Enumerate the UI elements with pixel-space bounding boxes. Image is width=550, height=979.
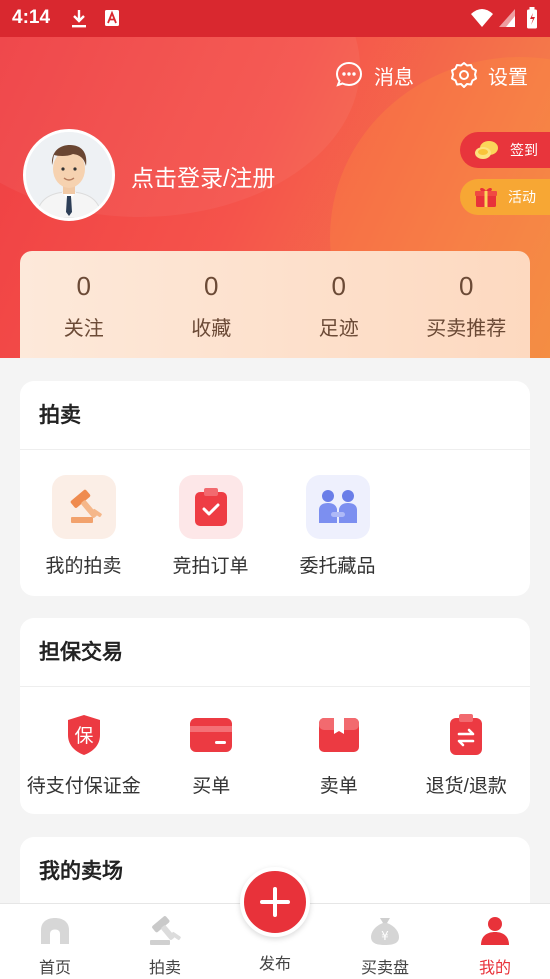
activity-button[interactable]: 活动	[460, 179, 550, 215]
stat-value: 0	[204, 271, 219, 301]
stat-label: 足迹	[318, 318, 359, 340]
escrow-title: 担保交易	[20, 618, 530, 687]
svg-text:¥: ¥	[381, 929, 389, 943]
stat-label: 关注	[63, 318, 104, 340]
clipboard-check-icon	[178, 475, 243, 539]
refund-label: 退货/退款	[425, 776, 507, 797]
card-icon	[179, 712, 243, 758]
signin-label: 签到	[510, 142, 538, 158]
stat-label: 收藏	[191, 318, 232, 340]
auction-card: 拍卖 我的拍卖 竞拍订单 委托藏品	[20, 381, 530, 596]
deposit-pending-button[interactable]: 保 待支付保证金	[20, 712, 148, 798]
stat-favorites[interactable]: 0 收藏	[148, 251, 276, 358]
publish-button[interactable]	[240, 867, 310, 937]
messages-button[interactable]: 消息	[334, 60, 414, 90]
gift-icon	[475, 187, 497, 207]
stat-recommend[interactable]: 0 买卖推荐	[403, 251, 531, 358]
status-bar: 4:14	[0, 0, 550, 37]
box-icon	[307, 712, 371, 758]
nav-auction[interactable]: 拍卖	[110, 904, 220, 979]
my-auction-button[interactable]: 我的拍卖	[20, 475, 147, 578]
user-nav-icon	[481, 917, 509, 945]
shield-icon: 保	[52, 712, 116, 758]
auction-title: 拍卖	[20, 381, 530, 450]
stat-value: 0	[76, 271, 91, 301]
download-icon	[70, 9, 88, 34]
sell-orders-label: 卖单	[319, 776, 358, 797]
stat-value: 0	[459, 271, 474, 301]
login-register-link[interactable]: 点击登录/注册	[131, 159, 275, 193]
settings-label: 设置	[488, 66, 528, 89]
nav-mine-label: 我的	[478, 960, 511, 977]
buy-orders-label: 买单	[192, 776, 231, 797]
status-time: 4:14	[12, 7, 51, 28]
consign-collection-label: 委托藏品	[299, 556, 376, 577]
publish-label: 发布	[258, 956, 291, 973]
coins-icon	[475, 141, 498, 159]
my-auction-label: 我的拍卖	[45, 556, 122, 577]
font-a-icon	[104, 9, 120, 32]
messages-label: 消息	[374, 66, 414, 89]
shield-badge-text: 保	[74, 725, 93, 747]
nav-trading[interactable]: ¥ 买卖盘	[330, 904, 440, 979]
settings-button[interactable]: 设置	[450, 61, 528, 90]
buy-orders-button[interactable]: 买单	[148, 712, 276, 798]
avatar[interactable]	[23, 129, 115, 221]
nav-auction-label: 拍卖	[148, 960, 181, 977]
bid-orders-button[interactable]: 竞拍订单	[147, 475, 274, 578]
money-bag-icon: ¥	[371, 918, 399, 945]
home-icon	[41, 918, 69, 944]
stat-label: 买卖推荐	[426, 318, 507, 340]
refund-icon	[434, 712, 498, 758]
header-actions: 消息 设置	[298, 60, 528, 90]
gavel-icon	[51, 475, 116, 539]
profile-header: 消息 设置 点击登录/注册 签到 活动 0 关注 0 收藏 0 足迹 0 买卖推…	[0, 37, 550, 358]
nav-home-label: 首页	[38, 960, 71, 977]
nav-trading-label: 买卖盘	[360, 960, 409, 977]
stat-follow[interactable]: 0 关注	[20, 251, 148, 358]
sell-orders-button[interactable]: 卖单	[275, 712, 403, 798]
gavel-nav-icon	[150, 916, 181, 945]
battery-icon	[526, 7, 538, 34]
handshake-icon	[305, 475, 370, 539]
refund-button[interactable]: 退货/退款	[403, 712, 531, 798]
nav-mine[interactable]: 我的	[440, 904, 550, 979]
stats-panel: 0 关注 0 收藏 0 足迹 0 买卖推荐	[20, 251, 530, 358]
stat-footprints[interactable]: 0 足迹	[275, 251, 403, 358]
wifi-icon	[470, 8, 494, 33]
chat-bubble-icon	[335, 61, 363, 87]
deposit-pending-label: 待支付保证金	[26, 776, 141, 797]
bid-orders-label: 竞拍订单	[172, 556, 249, 577]
nav-home[interactable]: 首页	[0, 904, 110, 979]
gear-icon	[451, 62, 477, 88]
escrow-card: 担保交易 保 待支付保证金 买单 卖单 退货/退款	[20, 618, 530, 814]
plus-icon	[260, 887, 290, 917]
activity-label: 活动	[508, 189, 536, 205]
signin-button[interactable]: 签到	[460, 132, 550, 168]
consign-collection-button[interactable]: 委托藏品	[274, 475, 401, 578]
stat-value: 0	[331, 271, 346, 301]
signal-icon	[498, 8, 516, 33]
user-avatar-icon	[26, 132, 112, 218]
